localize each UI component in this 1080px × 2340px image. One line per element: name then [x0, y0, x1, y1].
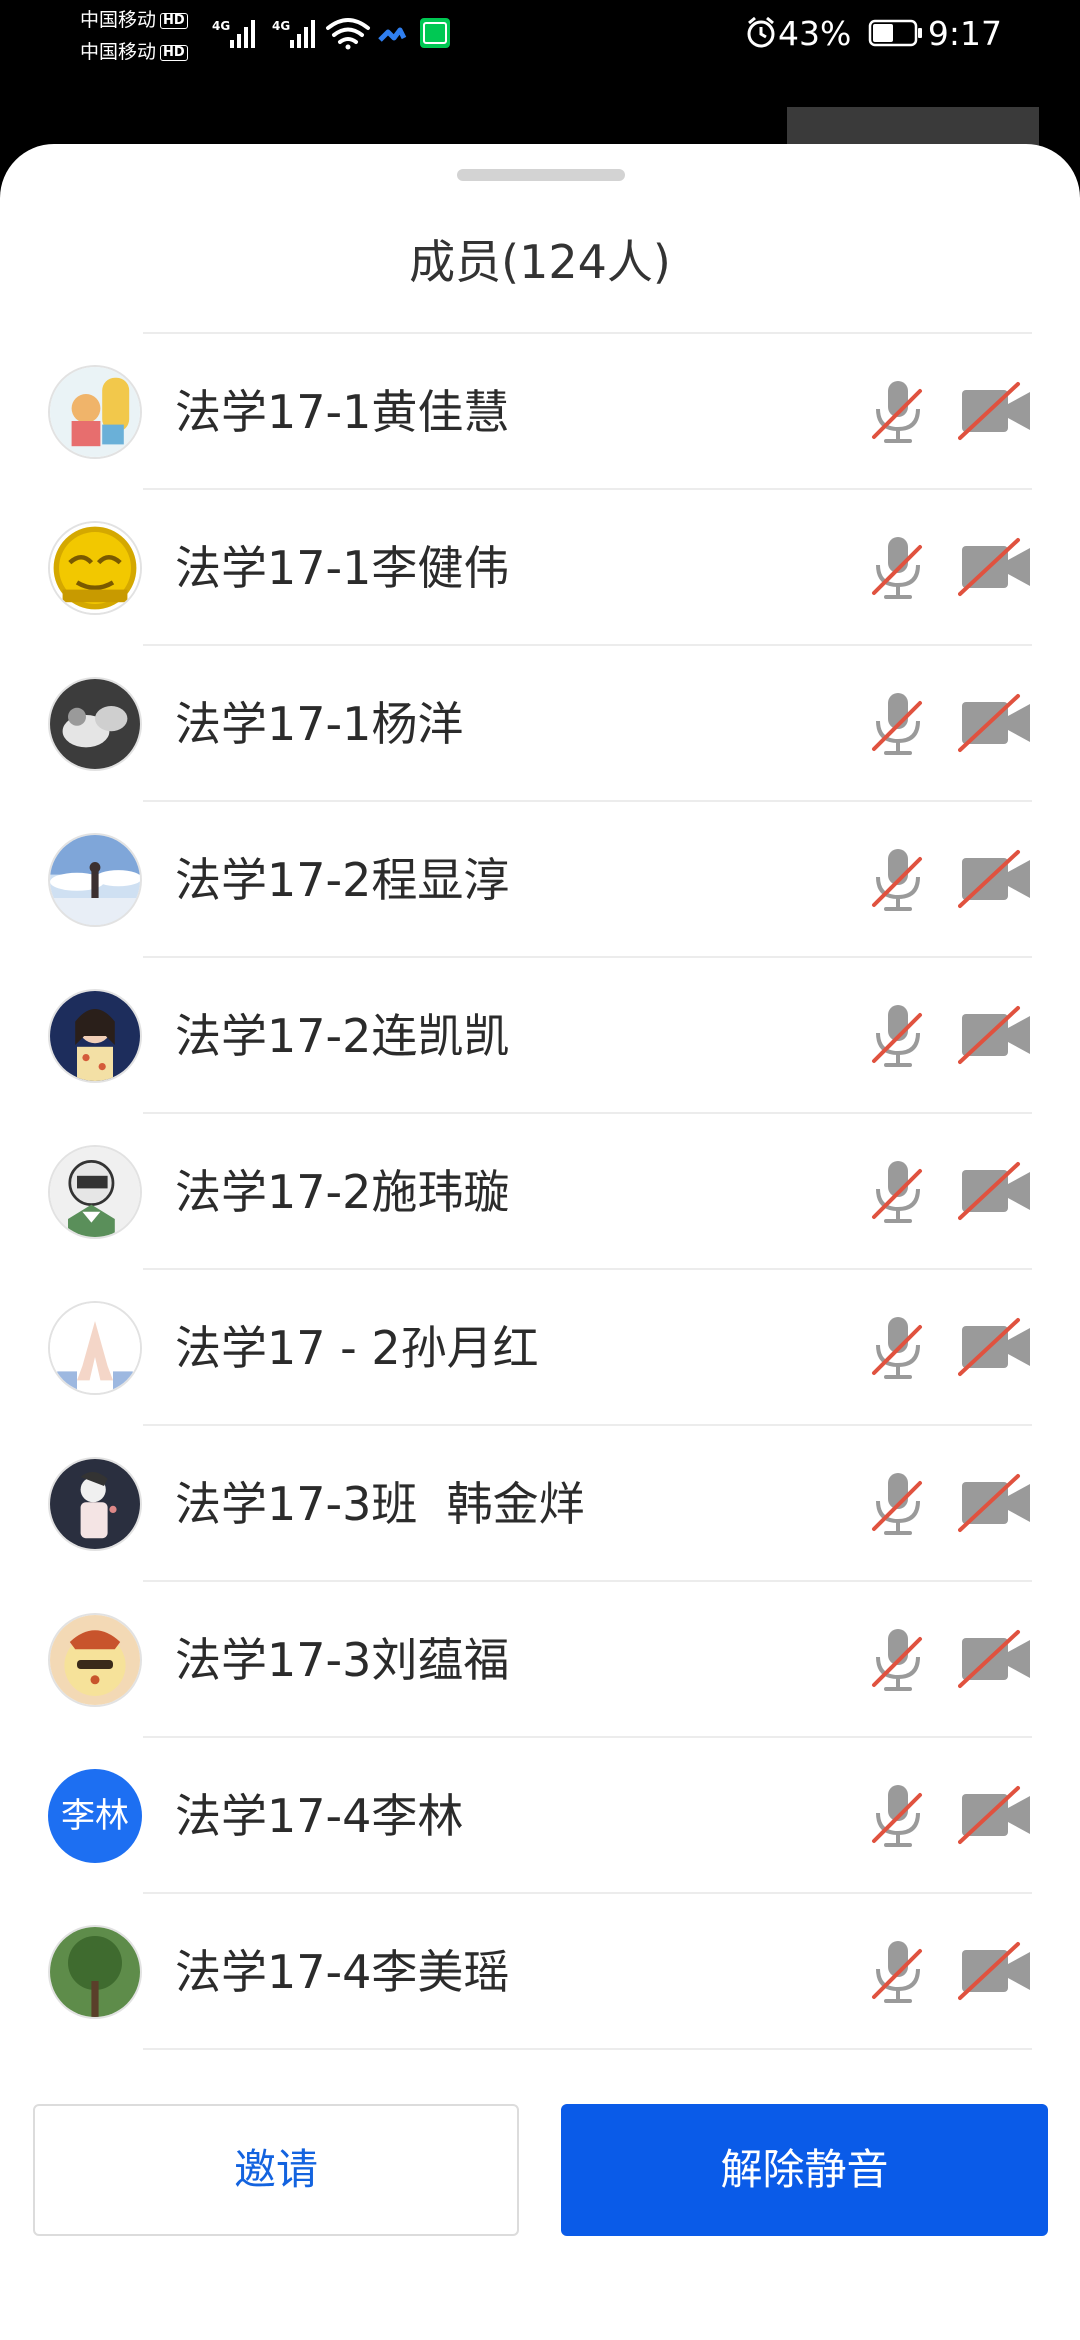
- member-row[interactable]: 法学17-3班 韩金烊: [0, 1426, 1080, 1582]
- member-name: 法学17-2连凯凯: [175, 1009, 510, 1063]
- clock: 9:17: [927, 14, 1002, 53]
- member-name: 法学17-1李健伟: [175, 541, 510, 595]
- member-list[interactable]: 法学17-1吕增卓嘎法学17-1黄佳慧法学17-1李健伟法学17-1杨洋法学17…: [0, 332, 1080, 2050]
- mic-muted-icon[interactable]: [870, 845, 926, 915]
- member-row[interactable]: 法学17-2程显淳: [0, 802, 1080, 958]
- member-row[interactable]: 法学17-1黄佳慧: [0, 334, 1080, 490]
- member-row[interactable]: 法学17-1李健伟: [0, 490, 1080, 646]
- mic-muted-icon[interactable]: [870, 1625, 926, 1695]
- mic-muted-icon[interactable]: [870, 1781, 926, 1851]
- network-icons: 4G 4G: [212, 18, 450, 50]
- camera-off-icon[interactable]: [958, 1316, 1034, 1378]
- member-name: 法学17-1黄佳慧: [175, 385, 510, 439]
- sheet-title: 成员(124人): [409, 235, 671, 289]
- mic-muted-icon[interactable]: [870, 1001, 926, 1071]
- anime-avatar: [48, 1145, 142, 1239]
- member-row[interactable]: 李林 法学17-4李林: [0, 1738, 1080, 1894]
- carrier-label-2: 中国移动 HD: [80, 40, 188, 64]
- member-name: 法学17-2施玮璇: [175, 1165, 510, 1219]
- camera-off-icon[interactable]: [958, 1004, 1034, 1066]
- app-icon: [378, 27, 407, 42]
- svg-text:4G: 4G: [272, 19, 290, 33]
- camera-off-icon[interactable]: [958, 1472, 1034, 1534]
- carrier-label-1: 中国移动 HD: [80, 8, 188, 32]
- invite-button[interactable]: 邀请: [33, 2104, 519, 2236]
- member-row[interactable]: 法学17-2施玮璇: [0, 1114, 1080, 1270]
- member-row[interactable]: 法学17-2连凯凯: [0, 958, 1080, 1114]
- row-divider: [143, 2048, 1032, 2050]
- signal-icon: [230, 20, 255, 48]
- camera-off-icon[interactable]: [958, 1940, 1034, 2002]
- member-row[interactable]: 法学17-3刘蕴福: [0, 1582, 1080, 1738]
- cartoon-avatar: [48, 365, 142, 459]
- mic-muted-icon[interactable]: [870, 1469, 926, 1539]
- camera-off-icon[interactable]: [958, 536, 1034, 598]
- girl-avatar: [48, 989, 142, 1083]
- camera-off-icon[interactable]: [958, 848, 1034, 910]
- member-name: 法学17-4李美瑶: [175, 1945, 510, 1999]
- battery-percent: 43%: [778, 14, 852, 53]
- wifi-icon: [326, 18, 370, 50]
- member-name: 法学17-1杨洋: [175, 697, 464, 751]
- mic-muted-icon[interactable]: [870, 1313, 926, 1383]
- cat-avatar: [48, 677, 142, 771]
- camera-off-icon[interactable]: [958, 380, 1034, 442]
- camera-off-icon[interactable]: [958, 1160, 1034, 1222]
- mic-muted-icon[interactable]: [870, 1157, 926, 1227]
- mic-muted-icon[interactable]: [870, 1937, 926, 2007]
- unmute-button[interactable]: 解除静音: [561, 2104, 1048, 2236]
- member-name: 法学17-3刘蕴福: [175, 1633, 510, 1687]
- camera-off-icon[interactable]: [958, 692, 1034, 754]
- member-name: 法学17 - 2孙月红: [175, 1321, 539, 1375]
- members-sheet: 成员(124人) 法学17-1吕增卓嘎法学17-1黄佳慧法学17-1李健伟法学1…: [0, 144, 1080, 2340]
- member-row[interactable]: 法学17-1杨洋: [0, 646, 1080, 802]
- battery-icon: [868, 19, 922, 47]
- sketch-avatar: [48, 1457, 142, 1551]
- status-right: 43% 9:17: [744, 13, 1002, 53]
- camera-off-icon[interactable]: [958, 1784, 1034, 1846]
- text-avatar: 李林: [48, 1769, 142, 1863]
- mic-muted-icon[interactable]: [870, 689, 926, 759]
- member-row[interactable]: 法学17 - 2孙月红: [0, 1270, 1080, 1426]
- member-name: 法学17-4李林: [175, 1789, 464, 1843]
- gold-face-avatar: [48, 521, 142, 615]
- camera-off-icon[interactable]: [958, 1628, 1034, 1690]
- iqiyi-icon: [420, 18, 450, 48]
- dog-avatar: [48, 1613, 142, 1707]
- signal-icon-2: [290, 20, 315, 48]
- sheet-drag-handle[interactable]: [457, 169, 625, 181]
- member-name: 法学17-2程显淳: [175, 853, 510, 907]
- svg-text:4G: 4G: [212, 19, 230, 33]
- sky-avatar: [48, 833, 142, 927]
- status-bar: 中国移动 HD 中国移动 HD 4G 4G 43% 9:17: [0, 0, 1080, 75]
- hands-avatar: [48, 1301, 142, 1395]
- alarm-icon: [747, 16, 775, 48]
- member-row[interactable]: 法学17-4李美瑶: [0, 1894, 1080, 2050]
- tree-avatar: [48, 1925, 142, 2019]
- mic-muted-icon[interactable]: [870, 377, 926, 447]
- member-name: 法学17-3班 韩金烊: [175, 1477, 585, 1531]
- mic-muted-icon[interactable]: [870, 533, 926, 603]
